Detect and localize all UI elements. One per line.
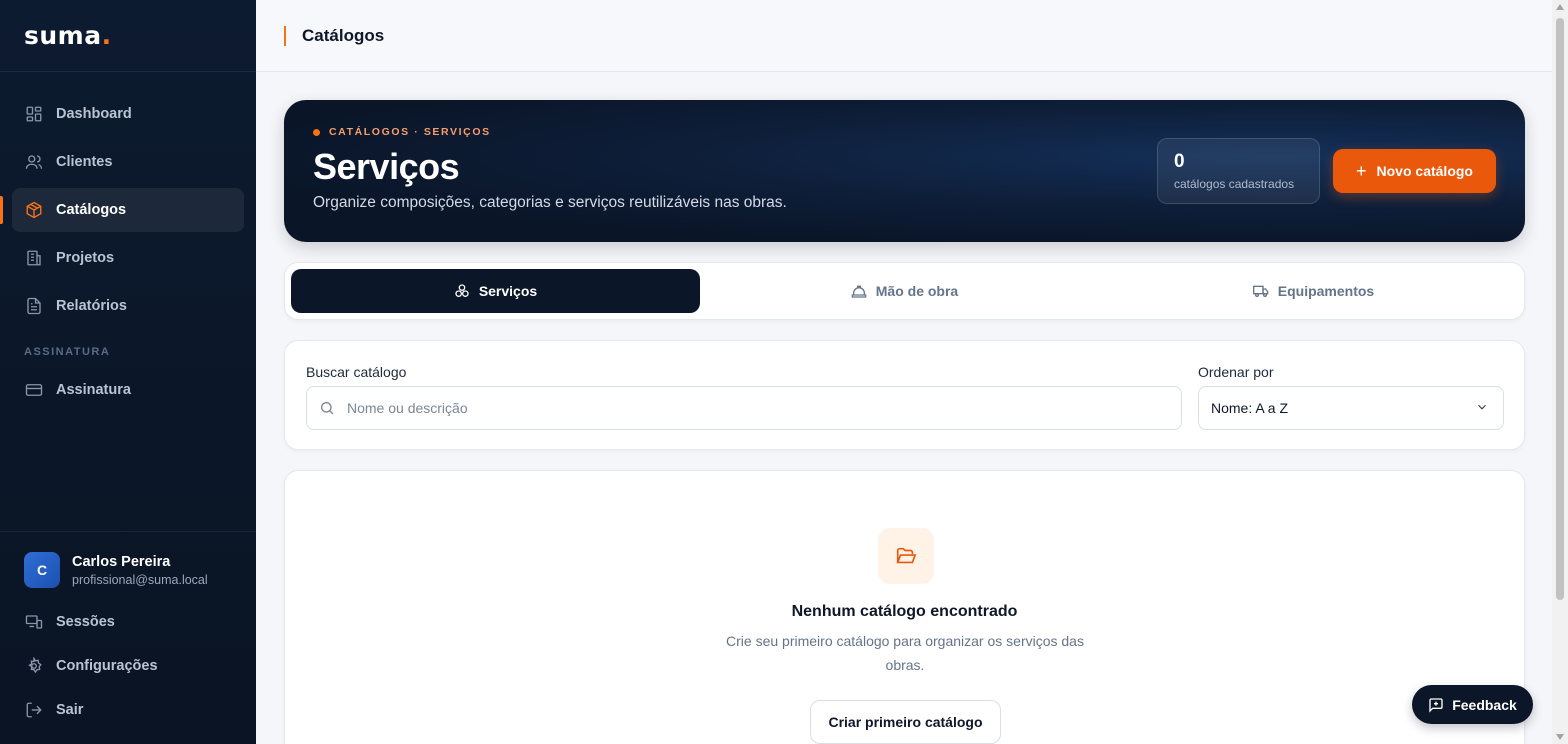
- search-icon: [319, 400, 335, 416]
- scroll-down-arrow[interactable]: [1556, 734, 1564, 740]
- tab-label: Equipamentos: [1277, 283, 1375, 299]
- sidebar-item-assinatura[interactable]: Assinatura: [12, 368, 244, 412]
- sidebar-footer: C Carlos Pereira profissional@suma.local…: [0, 531, 256, 744]
- sidebar-item-configuracoes[interactable]: Configurações: [12, 644, 244, 688]
- layout-grid-icon: [24, 104, 44, 124]
- page-scrollbar[interactable]: [1552, 0, 1568, 744]
- brand-dot: .: [101, 21, 112, 50]
- new-catalog-label: Novo catálogo: [1376, 163, 1473, 179]
- sidebar-item-catalogos[interactable]: Catálogos: [0, 188, 244, 232]
- sidebar-item-label: Clientes: [56, 154, 113, 170]
- user-email: profissional@suma.local: [72, 572, 208, 587]
- filters-panel: Buscar catálogo Ordenar por Nome: A a Z: [284, 340, 1525, 450]
- sort-label: Ordenar por: [1198, 364, 1274, 380]
- building-icon: [24, 248, 44, 268]
- sidebar-item-sessoes[interactable]: Sessões: [12, 600, 244, 644]
- hero-kicker: CATÁLOGOS · SERVIÇOS: [313, 126, 1496, 138]
- scroll-up-arrow[interactable]: [1556, 4, 1564, 10]
- sort-value: Nome: A a Z: [1211, 400, 1289, 416]
- empty-state-title: Nenhum catálogo encontrado: [791, 603, 1018, 620]
- sidebar-item-label: Relatórios: [56, 298, 127, 314]
- search-field[interactable]: [306, 386, 1182, 430]
- monitor-icon: [24, 612, 44, 632]
- search-label: Buscar catálogo: [306, 364, 407, 380]
- create-first-catalog-button[interactable]: Criar primeiro catálogo: [810, 700, 1001, 744]
- page-title: Catálogos: [302, 25, 385, 45]
- kicker-text: CATÁLOGOS · SERVIÇOS: [329, 126, 491, 138]
- file-text-icon: [24, 296, 44, 316]
- sidebar-nav: Dashboard Clientes Catálogos Projetos Re…: [0, 72, 256, 412]
- catalog-count-stat: 0 catálogos cadastrados: [1157, 138, 1320, 204]
- boxes-icon: [454, 283, 470, 299]
- credit-card-icon: [24, 380, 44, 400]
- user-name: Carlos Pereira: [72, 553, 171, 570]
- sidebar-item-relatorios[interactable]: Relatórios: [12, 284, 244, 328]
- empty-state: Nenhum catálogo encontrado Crie seu prim…: [284, 470, 1525, 744]
- tab-equipamentos[interactable]: Equipamentos: [1109, 269, 1518, 313]
- tab-label: Mão de obra: [875, 283, 959, 299]
- plus-icon: +: [1356, 161, 1367, 181]
- sort-select[interactable]: Nome: A a Z: [1198, 386, 1504, 430]
- kicker-dot: [313, 128, 320, 136]
- catalog-tabs: Serviços Mão de obra Equipamentos: [284, 262, 1525, 320]
- users-icon: [24, 152, 44, 172]
- sidebar-item-projetos[interactable]: Projetos: [12, 236, 244, 280]
- sidebar-item-label: Projetos: [56, 250, 115, 266]
- sidebar-item-label: Assinatura: [56, 382, 131, 398]
- section-label-assinatura: ASSINATURA: [24, 346, 111, 358]
- folder-open-icon: [878, 528, 934, 584]
- empty-state-description: Crie seu primeiro catálogo para organiza…: [726, 633, 1084, 673]
- message-square-plus-icon: [1428, 697, 1444, 713]
- feedback-button[interactable]: Feedback: [1412, 685, 1533, 724]
- user-profile[interactable]: C Carlos Pereira profissional@suma.local: [12, 552, 244, 588]
- sidebar-item-label: Dashboard: [56, 106, 132, 122]
- stat-label: catálogos cadastrados: [1174, 177, 1295, 191]
- scrollbar-thumb[interactable]: [1556, 18, 1564, 600]
- hero-banner: CATÁLOGOS · SERVIÇOS Serviços Organize c…: [284, 100, 1525, 242]
- brand-name: suma: [24, 21, 102, 50]
- settings-icon: [24, 656, 44, 676]
- chevron-down-icon: [1475, 400, 1489, 417]
- tab-label: Serviços: [478, 283, 538, 299]
- truck-icon: [1252, 283, 1269, 299]
- new-catalog-button[interactable]: + Novo catálogo: [1333, 149, 1496, 193]
- title-accent-bar: [284, 25, 286, 46]
- package-icon: [24, 200, 44, 220]
- stat-value: 0: [1174, 151, 1185, 172]
- sidebar-item-label: Sair: [56, 702, 84, 718]
- sidebar: suma. Dashboard Clientes Catálogos Proje…: [0, 0, 256, 744]
- tab-mao-de-obra[interactable]: Mão de obra: [700, 269, 1109, 313]
- brand-logo[interactable]: suma.: [0, 0, 256, 72]
- search-input[interactable]: [347, 400, 1147, 416]
- hard-hat-icon: [851, 283, 867, 299]
- sidebar-item-label: Catálogos: [56, 202, 127, 218]
- log-out-icon: [24, 700, 44, 720]
- sidebar-item-sair[interactable]: Sair: [12, 688, 244, 732]
- avatar: C: [24, 552, 60, 588]
- sidebar-item-label: Sessões: [56, 614, 115, 630]
- feedback-label: Feedback: [1452, 696, 1517, 713]
- sidebar-item-label: Configurações: [56, 658, 158, 674]
- tab-servicos[interactable]: Serviços: [291, 269, 700, 313]
- topbar: Catálogos: [256, 0, 1552, 72]
- sidebar-item-clientes[interactable]: Clientes: [12, 140, 244, 184]
- sidebar-item-dashboard[interactable]: Dashboard: [12, 92, 244, 136]
